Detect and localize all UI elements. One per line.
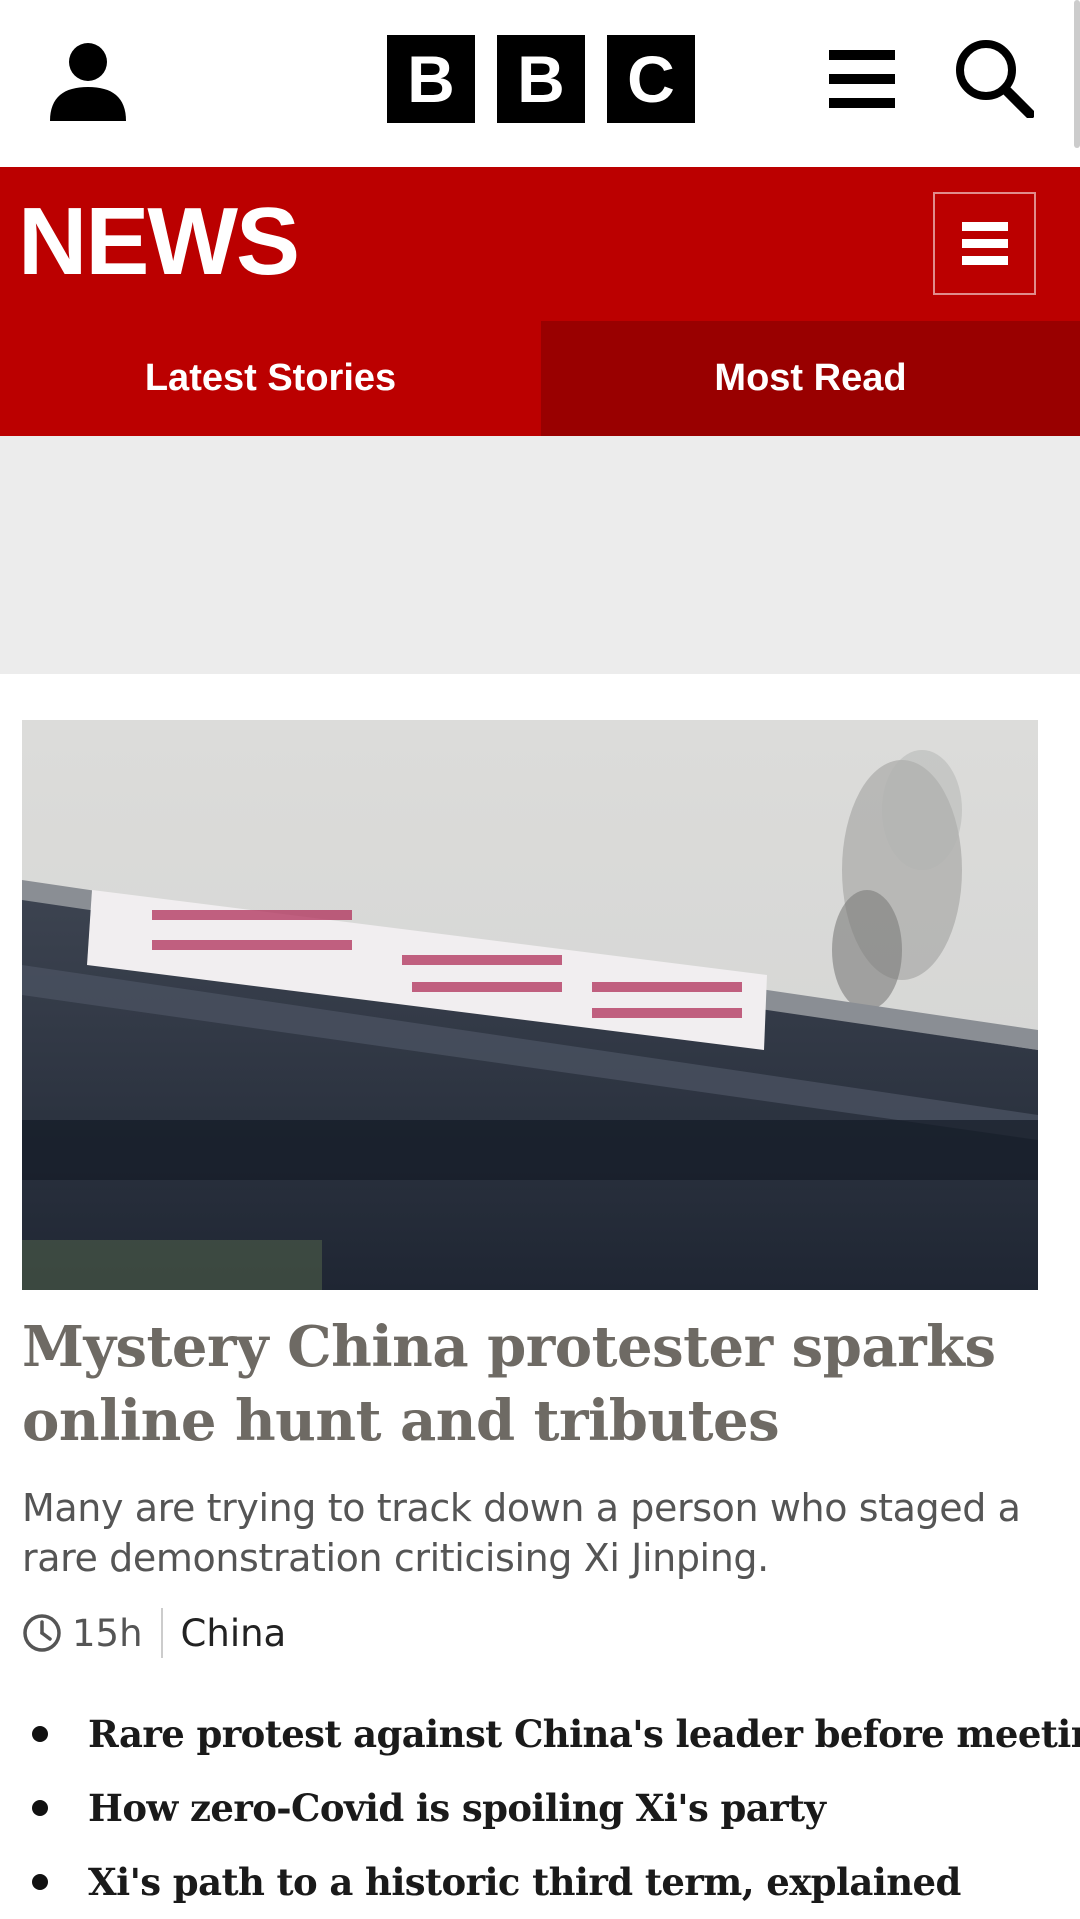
article-meta: 15h China xyxy=(22,1605,286,1661)
story-tabs: Latest Stories Most Read xyxy=(0,321,1080,436)
search-icon[interactable] xyxy=(952,36,1034,118)
news-menu-button[interactable] xyxy=(933,192,1036,295)
related-link-text[interactable]: How zero-Covid is spoiling Xi's party xyxy=(88,1786,826,1830)
related-link[interactable]: How zero-Covid is spoiling Xi's party xyxy=(22,1771,1062,1845)
tab-latest-stories[interactable]: Latest Stories xyxy=(0,321,541,436)
related-link[interactable]: Xi's path to a historic third term, expl… xyxy=(22,1845,1062,1919)
clock-icon xyxy=(23,1614,61,1652)
article-timestamp: 15h xyxy=(72,1611,143,1655)
bullet-icon xyxy=(32,1874,48,1890)
bbc-logo[interactable]: B B C xyxy=(387,35,695,123)
article-summary: Many are trying to track down a person w… xyxy=(22,1486,1021,1580)
article-topic-link[interactable]: China xyxy=(181,1612,287,1655)
bbc-logo-letter: C xyxy=(607,35,695,123)
tab-most-read[interactable]: Most Read xyxy=(541,321,1080,436)
bbc-logo-letter: B xyxy=(387,35,475,123)
meta-divider xyxy=(160,1608,163,1658)
article-headline[interactable]: Mystery China protester sparks online hu… xyxy=(22,1310,1022,1458)
scrollbar[interactable] xyxy=(1074,0,1080,148)
hero-image[interactable] xyxy=(22,720,1038,1290)
bullet-icon xyxy=(32,1726,48,1742)
related-links: Rare protest against China's leader befo… xyxy=(22,1697,1080,1919)
menu-icon xyxy=(961,221,1008,265)
bbc-logo-letter: B xyxy=(497,35,585,123)
related-link-text[interactable]: Rare protest against China's leader befo… xyxy=(88,1712,1080,1756)
account-icon[interactable] xyxy=(46,37,130,121)
menu-icon[interactable] xyxy=(829,48,895,110)
related-link[interactable]: Rare protest against China's leader befo… xyxy=(22,1697,1080,1771)
news-logo[interactable]: NEWS xyxy=(18,192,300,292)
bullet-icon xyxy=(32,1800,48,1816)
ad-placeholder xyxy=(0,436,1080,674)
bbc-top-bar: B B C xyxy=(0,0,1080,167)
related-link-text[interactable]: Xi's path to a historic third term, expl… xyxy=(88,1860,961,1904)
